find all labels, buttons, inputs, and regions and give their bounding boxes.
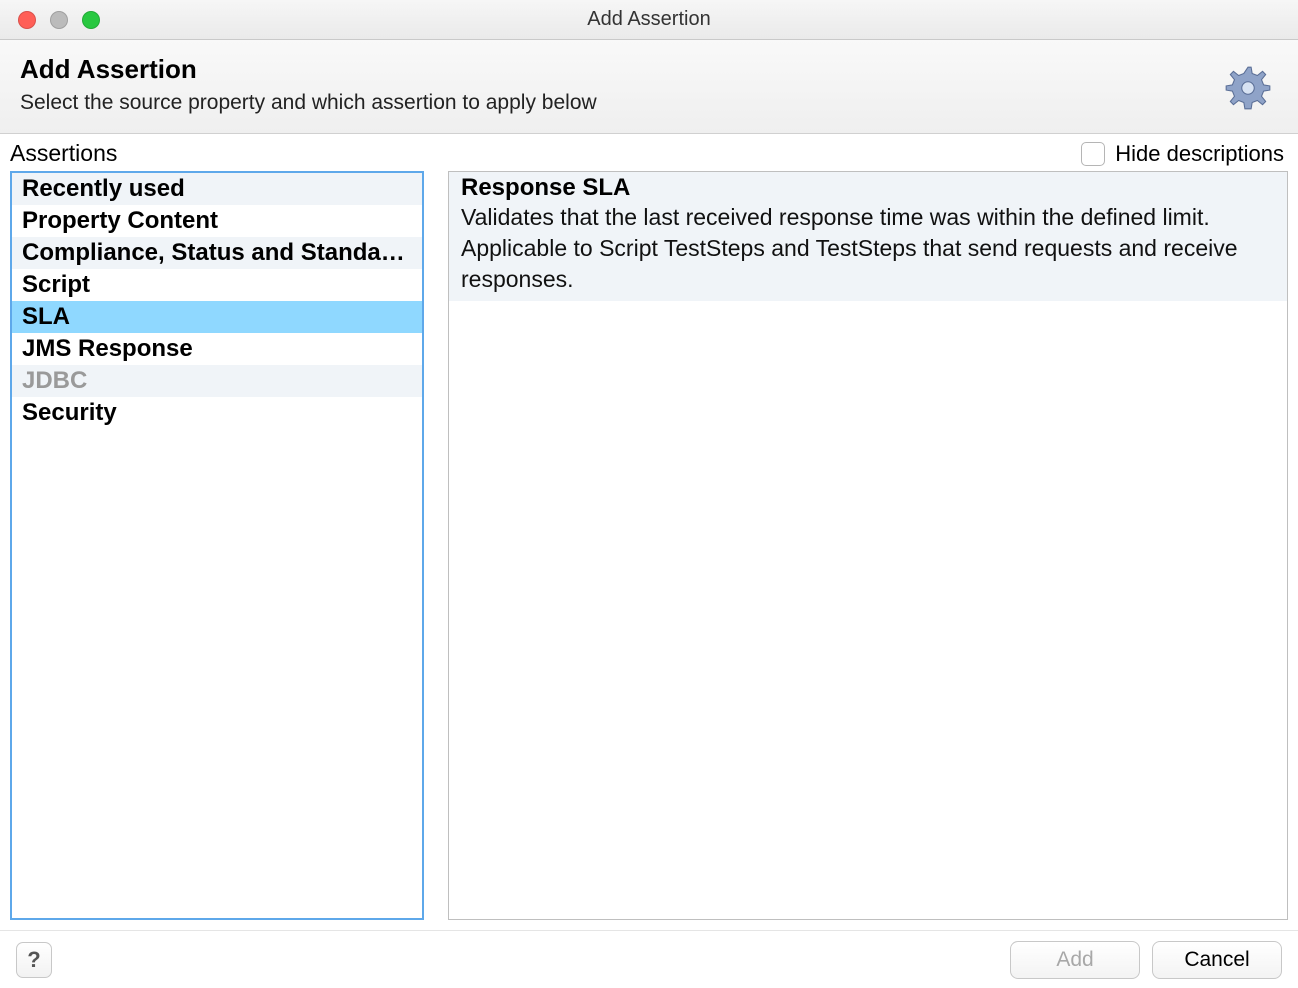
category-jdbc: JDBC: [12, 365, 422, 397]
category-jms-response[interactable]: JMS Response: [12, 333, 422, 365]
window-controls: [0, 11, 100, 29]
gear-icon: [1220, 60, 1276, 116]
titlebar: Add Assertion: [0, 0, 1298, 40]
category-property-content[interactable]: Property Content: [12, 205, 422, 237]
category-sla[interactable]: SLA: [12, 301, 422, 333]
assertion-detail[interactable]: Response SLA Validates that the last rec…: [449, 172, 1287, 301]
assertions-label: Assertions: [10, 140, 117, 167]
assertions-toolbar: Assertions Hide descriptions: [0, 134, 1298, 171]
assertion-detail-panel: Response SLA Validates that the last rec…: [448, 171, 1288, 920]
dialog-subtitle: Select the source property and which ass…: [20, 91, 1278, 115]
hide-descriptions-label: Hide descriptions: [1115, 141, 1284, 167]
category-script[interactable]: Script: [12, 269, 422, 301]
dialog-footer: ? Add Cancel: [0, 930, 1298, 988]
help-icon: ?: [27, 947, 40, 973]
assertion-detail-title: Response SLA: [461, 174, 1275, 202]
category-security[interactable]: Security: [12, 397, 422, 429]
close-window-button[interactable]: [18, 11, 36, 29]
dialog-title: Add Assertion: [20, 54, 1278, 85]
category-recently-used[interactable]: Recently used: [12, 173, 422, 205]
help-button[interactable]: ?: [16, 942, 52, 978]
window-title: Add Assertion: [0, 8, 1298, 31]
minimize-window-button[interactable]: [50, 11, 68, 29]
main-content: Recently used Property Content Complianc…: [0, 171, 1298, 930]
zoom-window-button[interactable]: [82, 11, 100, 29]
cancel-button[interactable]: Cancel: [1152, 941, 1282, 979]
hide-descriptions-toggle[interactable]: Hide descriptions: [1081, 141, 1284, 167]
category-list[interactable]: Recently used Property Content Complianc…: [10, 171, 424, 920]
add-button[interactable]: Add: [1010, 941, 1140, 979]
assertion-detail-description: Validates that the last received respons…: [461, 202, 1275, 295]
dialog-header: Add Assertion Select the source property…: [0, 40, 1298, 134]
category-compliance[interactable]: Compliance, Status and Standards: [12, 237, 422, 269]
hide-descriptions-checkbox[interactable]: [1081, 142, 1105, 166]
